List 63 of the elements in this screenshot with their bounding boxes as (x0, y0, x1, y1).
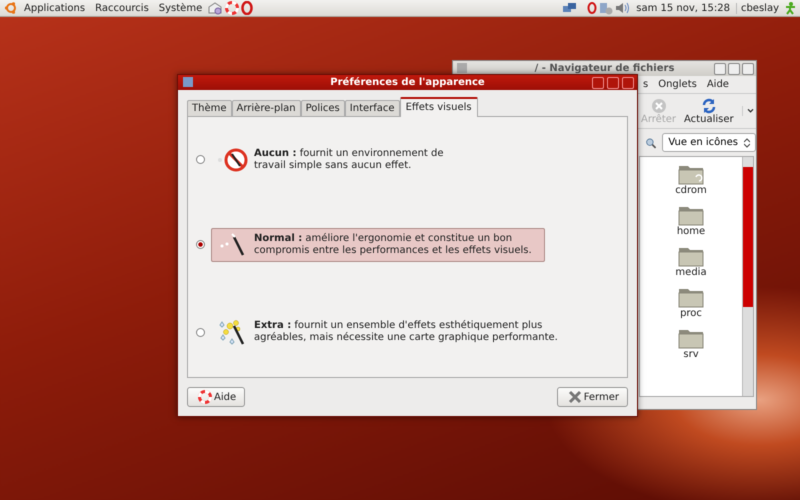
person-icon[interactable] (784, 1, 796, 15)
minimize-button[interactable] (592, 77, 604, 89)
mounted-folder-icon[interactable] (678, 163, 704, 185)
panel-menu[interactable]: Système (154, 2, 208, 14)
minimize-button[interactable] (714, 63, 726, 75)
folder-icon[interactable] (678, 286, 704, 308)
user-menu[interactable]: cbeslay (736, 2, 783, 14)
scrollbar[interactable] (742, 157, 753, 396)
close-dialog-button[interactable]: Fermer (556, 387, 628, 407)
window-icon (457, 63, 467, 73)
logo-icon[interactable] (4, 1, 18, 15)
close-button[interactable] (622, 77, 634, 89)
file-name[interactable]: home (676, 226, 706, 237)
folder-icon[interactable] (678, 327, 704, 349)
reload-icon (700, 98, 717, 114)
window-title: Préférences de l'apparence (330, 77, 485, 88)
radio-button[interactable] (196, 155, 205, 164)
tab[interactable]: Interface (344, 100, 400, 116)
selected-option-card[interactable]: Normal : améliore l'ergonomie et constitue un bon compromis entre les performances et les effets visuels. (211, 228, 545, 262)
option-description: Aucun : fournit un environnement de travail simple sans aucun effet. (254, 148, 444, 172)
folder-icon[interactable] (678, 204, 704, 226)
radio-button[interactable] (196, 328, 205, 337)
menu-item[interactable]: s (643, 79, 648, 90)
lifebuoy-icon (198, 390, 212, 404)
browser-icon[interactable] (241, 1, 254, 15)
help-launcher[interactable] (225, 1, 240, 15)
up-down-arrows-icon (744, 138, 750, 148)
toolbar-button[interactable]: Actualiser (682, 98, 736, 124)
tab[interactable]: Thème (187, 100, 232, 116)
menu-item[interactable]: Aide (706, 79, 729, 90)
no-effects-icon (216, 146, 250, 174)
file-name[interactable]: cdrom (675, 185, 707, 196)
panel-menu[interactable]: Raccourcis (90, 2, 154, 14)
tab[interactable]: Polices (300, 100, 345, 116)
stop-icon (650, 98, 666, 114)
clock[interactable]: sam 15 nov, 15:28 (630, 2, 737, 14)
file-name[interactable]: srv (683, 349, 699, 360)
view-mode-dropdown[interactable]: Vue en icônes (662, 133, 756, 152)
tab[interactable]: Effets visuels (400, 97, 478, 117)
folder-icon[interactable] (678, 245, 704, 267)
zoom-icon[interactable] (645, 136, 656, 150)
tab[interactable]: Arrière-plan (232, 100, 301, 116)
file-name[interactable]: proc (680, 308, 702, 319)
option-card[interactable]: Aucun : fournit un environnement de travail simple sans aucun effet. (211, 142, 445, 177)
speaker-icon[interactable] (615, 1, 630, 15)
maximize-button[interactable] (728, 63, 740, 75)
lifebuoy-icon (225, 1, 240, 15)
close-button[interactable] (742, 63, 754, 75)
window-icon (183, 77, 193, 87)
maximize-button[interactable] (607, 77, 619, 89)
help-button[interactable]: Aide (187, 387, 246, 407)
option-description: Extra : fournit un ensemble d'effets esthétiquement plus agréables, mais nécessite une carte graphique performante. (254, 320, 558, 344)
window-title: / - Navigateur de fichiers (534, 63, 674, 74)
file-name[interactable]: media (675, 267, 707, 278)
browser-icon[interactable] (587, 1, 598, 15)
menu-item[interactable]: Onglets (658, 79, 697, 90)
chevron-icon[interactable] (742, 106, 756, 116)
panel-menu[interactable]: Applications (19, 2, 90, 14)
option-card[interactable]: Extra : fournit un ensemble d'effets esthétiquement plus agréables, mais nécessite une carte graphique performante. (211, 313, 559, 352)
option-description: Normal : améliore l'ergonomie et constitue un bon compromis entre les performances et les effets visuels. (254, 232, 532, 257)
network-icon[interactable] (562, 1, 578, 15)
radio-button[interactable] (196, 240, 205, 250)
close-x-icon (568, 390, 582, 404)
